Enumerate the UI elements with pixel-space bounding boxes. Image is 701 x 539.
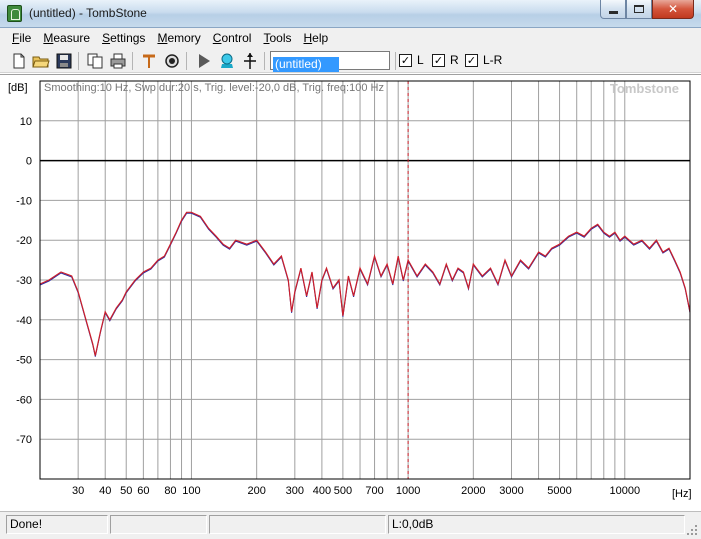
menu-help[interactable]: Help — [298, 28, 335, 48]
new-file-icon[interactable] — [10, 52, 28, 70]
status-panel-2 — [110, 515, 207, 534]
menu-help-accel: H — [303, 31, 313, 45]
response-curve — [39, 211, 691, 356]
y-unit-label: [dB] — [8, 82, 28, 94]
y-tick-label: -70 — [16, 434, 32, 446]
measurement-name-input[interactable] — [273, 56, 339, 72]
x-tick-label: 5000 — [547, 485, 571, 497]
x-tick-label: 60 — [137, 485, 149, 497]
checkbox-right-channel[interactable]: ✓ — [432, 54, 445, 67]
x-tick-label: 300 — [286, 485, 304, 497]
toolbar-separator — [78, 52, 79, 70]
y-tick-label: 10 — [20, 116, 32, 128]
x-tick-label: 50 — [120, 485, 132, 497]
play-icon[interactable] — [195, 52, 213, 70]
watermark: Tombstone — [610, 81, 679, 96]
close-icon: ✕ — [667, 2, 679, 16]
menu-tools[interactable]: Tools — [257, 28, 297, 48]
menu-settings[interactable]: Settings — [96, 28, 151, 48]
marker-icon[interactable] — [140, 52, 158, 70]
measurement-name-field[interactable] — [270, 51, 390, 72]
menu-settings-label: ettings — [110, 31, 146, 45]
open-folder-icon[interactable] — [32, 52, 50, 70]
x-tick-label: 30 — [72, 485, 84, 497]
maximize-icon — [634, 5, 644, 13]
x-tick-label: 400 — [313, 485, 331, 497]
menu-memory-label: emory — [167, 31, 201, 45]
x-tick-label: 1000 — [396, 485, 420, 497]
frequency-response-chart[interactable]: 100-10-20-30-40-50-60-70 30 40 50 60 80 100 20… — [0, 75, 701, 512]
measurement-info: Smoothing:10 Hz, Swp dur:20 s, Trig. lev… — [44, 82, 384, 94]
y-tick-label: -30 — [16, 275, 32, 287]
toolbar: ✓ L ✓ R ✓ L-R — [0, 48, 701, 73]
y-tick-label: -10 — [16, 195, 32, 207]
status-panel-3 — [209, 515, 386, 534]
checkbox-diff-channel[interactable]: ✓ — [465, 54, 478, 67]
toolbar-separator — [395, 52, 396, 70]
x-unit-label: [Hz] — [672, 488, 692, 500]
y-tick-label: -50 — [16, 355, 32, 367]
menu-settings-accel: S — [102, 31, 111, 45]
menu-file-label: ile — [19, 31, 32, 45]
checkbox-left-label: L — [417, 53, 424, 67]
menu-memory-accel: M — [157, 31, 168, 45]
menu-measure[interactable]: Measure — [37, 28, 96, 48]
title-bar: (untitled) - TombStone ✕ — [0, 0, 701, 28]
status-level: L:0,0dB — [388, 515, 685, 534]
checkbox-left-channel[interactable]: ✓ — [399, 54, 412, 67]
menu-bar: File Measure Settings Memory Control Too… — [0, 28, 701, 48]
maximize-button[interactable] — [626, 0, 652, 19]
x-tick-label: 700 — [365, 485, 383, 497]
y-tick-label: -60 — [16, 394, 32, 406]
checkbox-right-label: R — [450, 53, 459, 67]
app-icon[interactable] — [7, 5, 22, 22]
response-curve-shadow — [39, 212, 691, 357]
menu-measure-accel: M — [43, 31, 54, 45]
menu-measure-label: easure — [53, 31, 91, 45]
x-tick-labels: 30 40 50 60 80 100 200 300 400 500 700 1000 2000 3000… — [72, 485, 640, 497]
x-tick-label: 100 — [182, 485, 200, 497]
y-tick-label: 0 — [26, 156, 32, 168]
x-tick-label: 40 — [99, 485, 111, 497]
graph-panel[interactable]: 10 0 -10 -20 -30 -40 -50 -60 -70 30 40 50 60 80 100 20… — [0, 74, 701, 511]
menu-control[interactable]: Control — [207, 28, 258, 48]
menu-memory[interactable]: Memory — [151, 28, 206, 48]
x-tick-label: 80 — [164, 485, 176, 497]
x-tick-label: 10000 — [609, 485, 640, 497]
menu-help-label: elp — [312, 31, 329, 45]
cursor-icon[interactable] — [241, 52, 259, 70]
minimize-button[interactable] — [600, 0, 626, 19]
copy-icon[interactable] — [86, 52, 104, 70]
menu-file[interactable]: File — [6, 28, 37, 48]
x-tick-label: 2000 — [461, 485, 485, 497]
menu-control-label: ontrol — [221, 31, 252, 45]
x-tick-label: 200 — [247, 485, 265, 497]
capture-icon[interactable] — [218, 52, 236, 70]
status-message: Done! — [6, 515, 108, 534]
menu-tools-label: ools — [269, 31, 292, 45]
status-bar: Done! L:0,0dB — [0, 511, 701, 539]
x-tick-label: 500 — [334, 485, 352, 497]
toolbar-separator — [264, 52, 265, 70]
microphone-icon[interactable] — [163, 52, 181, 70]
window-title: (untitled) - TombStone — [29, 6, 147, 20]
print-icon[interactable] — [109, 52, 127, 70]
checkbox-diff-label: L-R — [483, 53, 503, 67]
y-tick-labels: 10 0 -10 -20 -30 -40 -50 -60 -70 — [16, 116, 32, 446]
minimize-icon — [608, 10, 618, 14]
x-tick-label: 3000 — [499, 485, 523, 497]
save-icon[interactable] — [55, 52, 73, 70]
toolbar-separator — [186, 52, 187, 70]
resize-grip-icon[interactable] — [686, 524, 698, 536]
toolbar-separator — [132, 52, 133, 70]
y-tick-label: -40 — [16, 315, 32, 327]
close-button[interactable]: ✕ — [652, 0, 694, 19]
y-tick-label: -20 — [16, 235, 32, 247]
